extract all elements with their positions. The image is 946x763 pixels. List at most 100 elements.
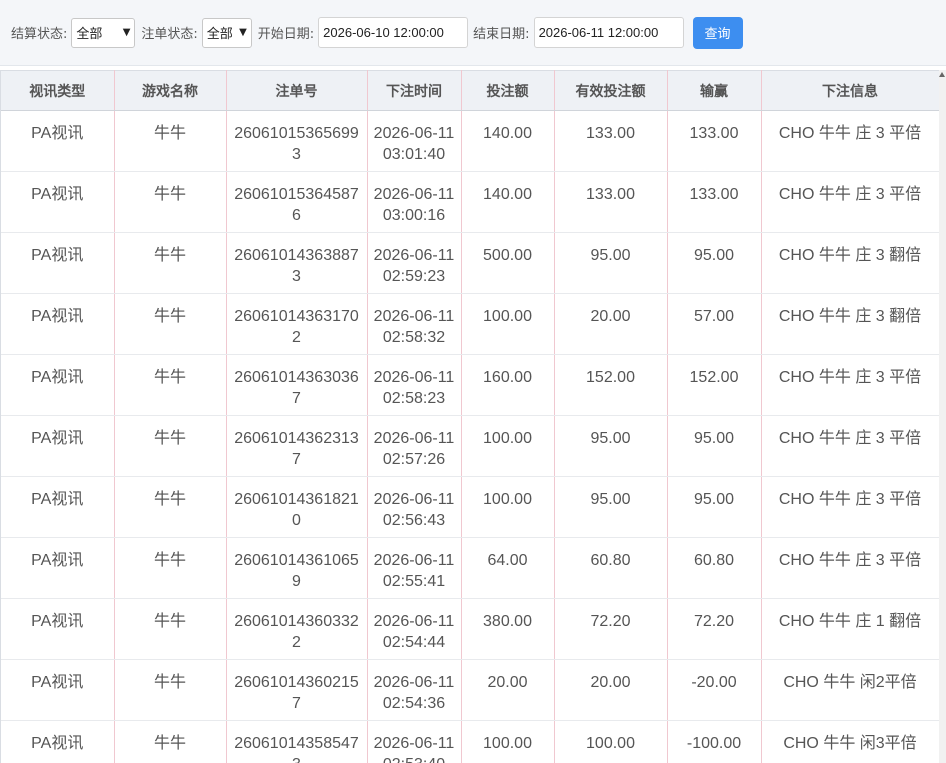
bet-records-table: 视讯类型 游戏名称 注单号 下注时间 投注额 有效投注额 输赢 下注信息 PA视… bbox=[1, 70, 940, 763]
cell-bet-amount: 140.00 bbox=[461, 171, 555, 233]
table-header-row: 视讯类型 游戏名称 注单号 下注时间 投注额 有效投注额 输赢 下注信息 bbox=[1, 70, 940, 111]
chevron-down-icon: ▼ bbox=[239, 27, 247, 38]
cell-bet-time: 2026-06-11 02:55:41 bbox=[367, 537, 462, 599]
cell-bet-info: CHO 牛牛 庄 3 平倍 bbox=[761, 476, 940, 538]
cell-valid-bet: 20.00 bbox=[554, 293, 668, 355]
cell-bet-time: 2026-06-11 03:00:16 bbox=[367, 171, 462, 233]
header-valid-bet: 有效投注额 bbox=[554, 70, 668, 111]
bet-status-select[interactable]: 全部 ▼ bbox=[201, 17, 252, 48]
settle-status-label: 结算状态: bbox=[11, 27, 68, 42]
table-row: PA视讯 牛牛 260610153656993 2026-06-11 03:01:40… bbox=[1, 110, 940, 172]
cell-bet-amount: 140.00 bbox=[461, 110, 555, 172]
cell-video-type: PA视讯 bbox=[1, 110, 115, 172]
cell-bet-amount: 380.00 bbox=[461, 598, 555, 660]
cell-valid-bet: 133.00 bbox=[554, 110, 668, 172]
cell-valid-bet: 20.00 bbox=[554, 659, 668, 721]
table-row: PA视讯 牛牛 260610153645876 2026-06-11 03:00:16… bbox=[1, 171, 940, 233]
cell-game-name: 牛牛 bbox=[114, 293, 227, 355]
filter-bar: 结算状态: 全部 ▼ 注单状态: 全部 ▼ 开始日期: 2026-06-10 1… bbox=[0, 0, 946, 66]
cell-game-name: 牛牛 bbox=[114, 110, 227, 172]
cell-bet-time: 2026-06-11 02:59:23 bbox=[367, 232, 462, 294]
cell-ticket-no: 260610143630367 bbox=[226, 354, 368, 416]
cell-win-loss: 95.00 bbox=[667, 476, 762, 538]
cell-win-loss: 95.00 bbox=[667, 415, 762, 477]
cell-valid-bet: 95.00 bbox=[554, 476, 668, 538]
cell-game-name: 牛牛 bbox=[114, 476, 227, 538]
cell-win-loss: 152.00 bbox=[667, 354, 762, 416]
cell-video-type: PA视讯 bbox=[1, 659, 115, 721]
cell-ticket-no: 260610143638873 bbox=[226, 232, 368, 294]
cell-game-name: 牛牛 bbox=[114, 415, 227, 477]
start-date-label: 开始日期: bbox=[257, 27, 315, 42]
cell-win-loss: 133.00 bbox=[667, 171, 762, 233]
cell-ticket-no: 260610143631702 bbox=[226, 293, 368, 355]
cell-video-type: PA视讯 bbox=[1, 232, 115, 294]
table-row: PA视讯 牛牛 260610143603322 2026-06-11 02:54:44… bbox=[1, 598, 940, 660]
cell-bet-info: CHO 牛牛 庄 3 平倍 bbox=[761, 171, 940, 233]
vertical-scrollbar[interactable] bbox=[939, 70, 946, 763]
cell-ticket-no: 260610143603322 bbox=[226, 598, 368, 660]
cell-bet-time: 2026-06-11 02:53:40 bbox=[367, 720, 462, 763]
cell-bet-info: CHO 牛牛 庄 3 翻倍 bbox=[761, 232, 940, 294]
cell-ticket-no: 260610143623137 bbox=[226, 415, 368, 477]
cell-bet-amount: 500.00 bbox=[461, 232, 555, 294]
cell-bet-time: 2026-06-11 02:57:26 bbox=[367, 415, 462, 477]
table-row: PA视讯 牛牛 260610143631702 2026-06-11 02:58:32… bbox=[1, 293, 940, 355]
cell-video-type: PA视讯 bbox=[1, 171, 115, 233]
cell-bet-amount: 100.00 bbox=[461, 415, 555, 477]
cell-bet-time: 2026-06-11 02:56:43 bbox=[367, 476, 462, 538]
table-row: PA视讯 牛牛 260610143618210 2026-06-11 02:56:43… bbox=[1, 476, 940, 538]
chevron-down-icon: ▼ bbox=[122, 27, 131, 38]
cell-game-name: 牛牛 bbox=[114, 171, 227, 233]
header-game-name: 游戏名称 bbox=[114, 70, 227, 111]
scroll-up-arrow-icon[interactable] bbox=[939, 72, 945, 77]
bet-status-label: 注单状态: bbox=[141, 27, 198, 42]
cell-game-name: 牛牛 bbox=[114, 659, 227, 721]
cell-bet-amount: 20.00 bbox=[461, 659, 555, 721]
cell-bet-amount: 100.00 bbox=[461, 293, 555, 355]
cell-bet-info: CHO 牛牛 庄 3 平倍 bbox=[761, 354, 940, 416]
header-video-type: 视讯类型 bbox=[1, 70, 115, 111]
header-bet-time: 下注时间 bbox=[367, 70, 462, 111]
bet-status-value: 全部 bbox=[206, 27, 233, 42]
settle-status-select[interactable]: 全部 ▼ bbox=[71, 17, 136, 48]
cell-video-type: PA视讯 bbox=[1, 598, 115, 660]
cell-bet-info: CHO 牛牛 闲2平倍 bbox=[761, 659, 940, 721]
start-date-input[interactable]: 2026-06-10 12:00:00 bbox=[318, 17, 469, 48]
table-row: PA视讯 牛牛 260610143638873 2026-06-11 02:59:23… bbox=[1, 232, 940, 294]
cell-ticket-no: 260610143618210 bbox=[226, 476, 368, 538]
cell-bet-info: CHO 牛牛 庄 1 翻倍 bbox=[761, 598, 940, 660]
end-date-input[interactable]: 2026-06-11 12:00:00 bbox=[533, 17, 684, 48]
cell-win-loss: 72.20 bbox=[667, 598, 762, 660]
cell-valid-bet: 72.20 bbox=[554, 598, 668, 660]
cell-win-loss: 133.00 bbox=[667, 110, 762, 172]
cell-bet-time: 2026-06-11 03:01:40 bbox=[367, 110, 462, 172]
cell-video-type: PA视讯 bbox=[1, 537, 115, 599]
table-row: PA视讯 牛牛 260610143610659 2026-06-11 02:55:41… bbox=[1, 537, 940, 599]
cell-bet-amount: 100.00 bbox=[461, 720, 555, 763]
cell-win-loss: 57.00 bbox=[667, 293, 762, 355]
cell-win-loss: -100.00 bbox=[667, 720, 762, 763]
cell-bet-info: CHO 牛牛 庄 3 平倍 bbox=[761, 415, 940, 477]
cell-video-type: PA视讯 bbox=[1, 720, 115, 763]
query-button[interactable]: 查询 bbox=[692, 16, 743, 49]
cell-valid-bet: 95.00 bbox=[554, 415, 668, 477]
table-row: PA视讯 牛牛 260610143602157 2026-06-11 02:54:36… bbox=[1, 659, 940, 721]
cell-bet-time: 2026-06-11 02:58:32 bbox=[367, 293, 462, 355]
cell-bet-info: CHO 牛牛 闲3平倍 bbox=[761, 720, 940, 763]
bet-records-table-container: 视讯类型 游戏名称 注单号 下注时间 投注额 有效投注额 输赢 下注信息 PA视… bbox=[0, 70, 940, 763]
settle-status-value: 全部 bbox=[76, 27, 103, 42]
header-win-loss: 输赢 bbox=[667, 70, 762, 111]
table-row: PA视讯牛牛2606101435854732026-06-11 02:53:40… bbox=[1, 720, 940, 763]
table-body: PA视讯 牛牛 260610153656993 2026-06-11 03:01:40… bbox=[1, 110, 940, 763]
cell-game-name: 牛牛 bbox=[114, 354, 227, 416]
cell-bet-time: 2026-06-11 02:54:36 bbox=[367, 659, 462, 721]
cell-ticket-no: 260610153645876 bbox=[226, 171, 368, 233]
cell-game-name: 牛牛 bbox=[114, 537, 227, 599]
cell-ticket-no: 260610143610659 bbox=[226, 537, 368, 599]
cell-valid-bet: 100.00 bbox=[554, 720, 668, 763]
cell-ticket-no: 260610153656993 bbox=[226, 110, 368, 172]
end-date-label: 结束日期: bbox=[473, 27, 530, 42]
cell-ticket-no: 260610143602157 bbox=[226, 659, 368, 721]
cell-video-type: PA视讯 bbox=[1, 293, 115, 355]
